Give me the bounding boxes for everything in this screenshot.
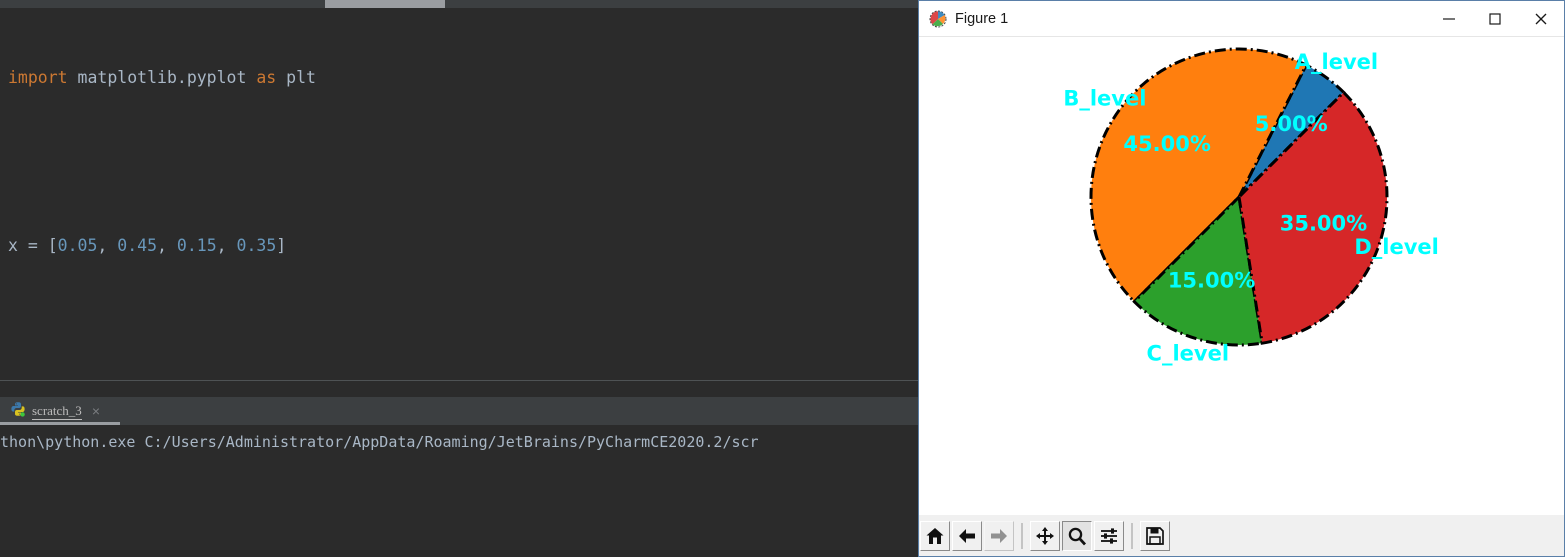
matplotlib-figure-window: Figure 1 5.00% 45.00% 15.00% 35.00% A_level… <box>918 0 1565 557</box>
pycharm-ide: import matplotlib.pyplot as plt x = [0.0… <box>0 0 918 557</box>
configure-subplots-button[interactable] <box>1094 520 1124 551</box>
code-line: x = [0.05, 0.45, 0.15, 0.35] <box>8 236 287 255</box>
pie-category-label: D_level <box>1354 235 1439 259</box>
code-line: import matplotlib.pyplot as plt <box>8 68 316 87</box>
floppy-disk-icon <box>1145 526 1165 546</box>
pie-percent-label: 45.00% <box>1123 132 1210 156</box>
home-icon <box>925 526 945 546</box>
magnifier-icon <box>1067 526 1087 546</box>
pie-percent-label: 15.00% <box>1168 268 1255 292</box>
run-tool-window-tabbar: scratch_3 × <box>0 397 918 425</box>
window-controls <box>1426 1 1564 37</box>
figure-window-title: Figure 1 <box>955 10 1009 27</box>
toolbar-separator <box>1131 522 1133 549</box>
back-button[interactable] <box>952 520 982 551</box>
close-icon[interactable]: × <box>92 403 100 419</box>
toolbar-separator <box>1021 522 1023 549</box>
arrow-left-icon <box>957 526 977 546</box>
matplotlib-icon <box>929 10 947 28</box>
pie-chart: 5.00% 45.00% 15.00% 35.00% A_level B_level C_… <box>1063 47 1439 366</box>
close-button[interactable] <box>1518 1 1564 37</box>
arrow-right-icon <box>989 526 1009 546</box>
pie-percent-label: 35.00% <box>1280 211 1367 235</box>
figure-canvas[interactable]: 5.00% 45.00% 15.00% 35.00% A_level B_level C_… <box>919 37 1564 515</box>
run-tab-scratch-3[interactable]: scratch_3 × <box>4 397 106 425</box>
minimize-button[interactable] <box>1426 1 1472 37</box>
save-button[interactable] <box>1140 520 1170 551</box>
pie-category-label: C_level <box>1147 342 1229 366</box>
editor-bottom-divider <box>0 380 918 397</box>
nav-history-group <box>919 520 1015 551</box>
code-editor[interactable]: import matplotlib.pyplot as plt x = [0.0… <box>0 8 918 380</box>
home-button[interactable] <box>920 520 950 551</box>
sliders-icon <box>1099 526 1119 546</box>
pan-button[interactable] <box>1030 520 1060 551</box>
nav-tools-group <box>1029 520 1125 551</box>
pie-category-label: A_level <box>1295 50 1378 74</box>
python-file-icon <box>10 401 26 422</box>
run-console[interactable]: thon\python.exe C:/Users/Administrator/A… <box>0 425 918 557</box>
forward-button <box>984 520 1014 551</box>
figure-titlebar[interactable]: Figure 1 <box>919 1 1564 37</box>
zoom-button[interactable] <box>1062 520 1092 551</box>
pie-percent-label: 5.00% <box>1255 112 1328 136</box>
matplotlib-navigation-toolbar: https://blog.csdn.net/chengbaimianhuan x… <box>919 515 1564 556</box>
console-output-line: thon\python.exe C:/Users/Administrator/A… <box>0 433 759 451</box>
save-group <box>1139 520 1171 551</box>
pie-category-label: B_level <box>1063 87 1146 111</box>
move-icon <box>1035 526 1055 546</box>
run-tab-label: scratch_3 <box>32 402 82 420</box>
maximize-button[interactable] <box>1472 1 1518 37</box>
editor-horizontal-scrollbar[interactable] <box>0 0 918 8</box>
screenshot-root: import matplotlib.pyplot as plt x = [0.0… <box>0 0 1565 557</box>
scrollbar-thumb[interactable] <box>325 0 445 8</box>
